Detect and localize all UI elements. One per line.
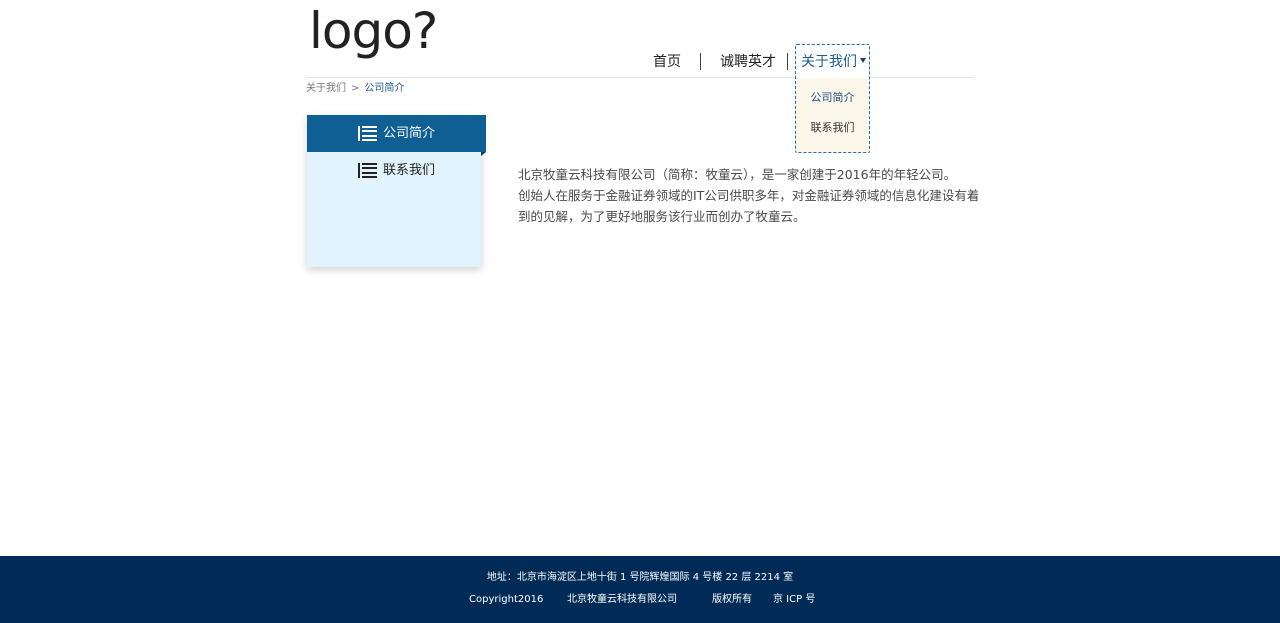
footer-icp[interactable]: 京 ICP 号 — [773, 593, 815, 607]
caret-down-icon — [860, 58, 866, 63]
sidebar: 公司简介 联系我们 — [307, 115, 486, 267]
footer-address: 地址：北京市海淀区上地十街 1 号院辉煌国际 4 号楼 22 层 2214 室 — [486, 572, 794, 583]
breadcrumb-parent-link[interactable]: 关于我们 — [306, 83, 346, 94]
about-dropdown-toggle[interactable]: 关于我们 — [796, 45, 869, 78]
footer-copyright: Copyright2016 — [469, 594, 544, 605]
dropdown-item-company-profile[interactable]: 公司简介 — [796, 90, 869, 106]
breadcrumb-current: 公司简介 — [364, 83, 405, 94]
nav-divider — [700, 53, 701, 70]
nav-about-link[interactable]: 关于我们 — [801, 52, 857, 72]
breadcrumb-separator: > — [351, 83, 360, 94]
footer-company: 北京牧童云科技有限公司 — [567, 594, 677, 605]
footer-rights: 版权所有 — [712, 594, 752, 605]
list-icon — [358, 163, 377, 178]
content-paragraph: 北京牧童云科技有限公司（简称：牧童云），是一家创建于2016年的年轻公司。 — [518, 167, 957, 182]
page: logo? 首页 诚聘英才 关于我们 公司简介 联系我们 关于我们 > 公司简介 公… — [0, 0, 1280, 623]
list-icon — [358, 126, 377, 141]
nav-home-link[interactable]: 首页 — [653, 51, 681, 73]
sidebar-item-label: 公司简介 — [383, 126, 436, 141]
breadcrumb: 关于我们 > 公司简介 — [306, 82, 404, 96]
header-divider — [306, 77, 974, 78]
footer: 地址：北京市海淀区上地十街 1 号院辉煌国际 4 号楼 22 层 2214 室 … — [0, 556, 1280, 623]
sidebar-item-contact-us[interactable]: 联系我们 — [307, 152, 481, 189]
logo[interactable]: logo? — [309, 2, 438, 60]
sidebar-item-company-profile[interactable]: 公司简介 — [307, 115, 486, 156]
content-paragraph: 到的见解，为了更好地服务该行业而创办了牧童云。 — [518, 209, 806, 224]
company-profile-text: 北京牧童云科技有限公司（简称：牧童云），是一家创建于2016年的年轻公司。 创始… — [518, 164, 978, 227]
content-paragraph: 创始人在服务于金融证券领域的IT公司供职多年，对金融证券领域的信息化建设有着独 — [518, 188, 978, 203]
sidebar-item-label: 联系我们 — [383, 163, 436, 178]
dropdown-item-contact-us[interactable]: 联系我们 — [796, 120, 869, 136]
about-dropdown: 关于我们 公司简介 联系我们 — [795, 44, 870, 153]
nav-divider — [787, 53, 788, 70]
nav-careers-link[interactable]: 诚聘英才 — [720, 51, 776, 73]
